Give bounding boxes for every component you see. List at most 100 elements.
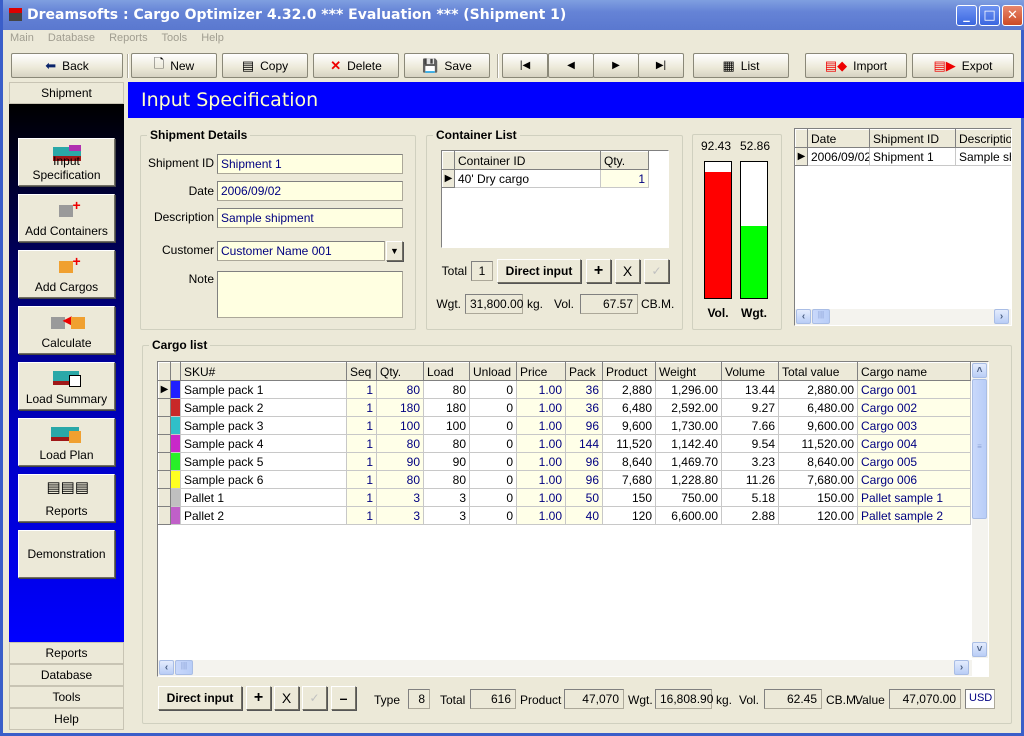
menu-database[interactable]: Database [48, 32, 95, 44]
pack-cell[interactable]: 50 [565, 488, 603, 507]
cargo-row[interactable]: Sample pack 6 1 80 80 0 1.00 96 7,680 1,228.80 11… [158, 470, 971, 489]
unload-cell[interactable]: 0 [469, 470, 517, 489]
pack-cell[interactable]: 96 [565, 416, 603, 435]
sidebar-load-plan-button[interactable]: Load Plan [18, 418, 115, 466]
qty-cell[interactable]: 3 [376, 506, 424, 525]
back-button[interactable]: ⬅ Back [11, 53, 123, 78]
qty-cell[interactable]: 180 [376, 398, 424, 417]
sidebar-tab-tools[interactable]: Tools [9, 686, 124, 708]
product-cell[interactable]: 120 [602, 506, 656, 525]
row-selector[interactable] [158, 434, 171, 453]
product-cell[interactable]: 9,600 [602, 416, 656, 435]
seq-cell[interactable]: 1 [346, 506, 377, 525]
load-cell[interactable]: 90 [423, 452, 470, 471]
qty-cell[interactable]: 80 [376, 470, 424, 489]
container-id-header[interactable]: Container ID [454, 151, 601, 170]
sidebar-add-cargos-button[interactable]: + Add Cargos [18, 250, 115, 298]
cargo-row[interactable]: Pallet 1 1 3 3 0 1.00 50 150 750.00 5.18 150.00 Pal… [158, 488, 971, 507]
scroll-right-icon[interactable]: › [994, 309, 1009, 324]
unload-cell[interactable]: 0 [469, 488, 517, 507]
price-cell[interactable]: 1.00 [516, 488, 566, 507]
volume-cell[interactable]: 9.27 [721, 398, 779, 417]
close-button[interactable]: ✕ [1002, 5, 1023, 26]
total-value-cell[interactable]: 8,640.00 [778, 452, 858, 471]
load-header[interactable]: Load [423, 362, 470, 381]
price-cell[interactable]: 1.00 [516, 434, 566, 453]
cargo-color-swatch[interactable] [170, 434, 181, 453]
qty-cell[interactable]: 80 [376, 434, 424, 453]
load-cell[interactable]: 80 [423, 434, 470, 453]
shipment-date-header[interactable]: Date [807, 129, 870, 148]
list-button[interactable]: ▦ List [693, 53, 789, 78]
cargo-add-button[interactable]: + [246, 686, 271, 710]
pack-cell[interactable]: 40 [565, 506, 603, 525]
menu-help[interactable]: Help [201, 32, 224, 44]
qty-cell[interactable]: 80 [376, 380, 424, 399]
cargo-name-header[interactable]: Cargo name [857, 362, 971, 381]
load-cell[interactable]: 80 [423, 380, 470, 399]
scroll-up-icon[interactable]: ˄ [972, 363, 987, 378]
container-add-button[interactable]: + [586, 259, 611, 283]
total-value-cell[interactable]: 2,880.00 [778, 380, 858, 399]
seq-cell[interactable]: 1 [346, 470, 377, 489]
weight-header[interactable]: Weight [655, 362, 722, 381]
product-cell[interactable]: 150 [602, 488, 656, 507]
cargo-confirm-button[interactable]: ✓ [302, 686, 327, 710]
unload-cell[interactable]: 0 [469, 452, 517, 471]
price-cell[interactable]: 1.00 [516, 398, 566, 417]
total-value-cell[interactable]: 11,520.00 [778, 434, 858, 453]
qty-cell[interactable]: 3 [376, 488, 424, 507]
unload-cell[interactable]: 0 [469, 380, 517, 399]
cargo-color-swatch[interactable] [170, 398, 181, 417]
product-cell[interactable]: 2,880 [602, 380, 656, 399]
customer-dropdown-button[interactable]: ▼ [386, 241, 403, 261]
description-input[interactable]: Sample shipment [217, 208, 403, 228]
sidebar-load-summary-button[interactable]: Load Summary [18, 362, 115, 410]
weight-cell[interactable]: 2,592.00 [655, 398, 722, 417]
import-button[interactable]: ▤◆ Import [805, 53, 907, 78]
scroll-left-icon[interactable]: ‹ [159, 660, 174, 675]
cargo-name-cell[interactable]: Cargo 003 [857, 416, 971, 435]
export-button[interactable]: ▤▶ Expot [912, 53, 1014, 78]
container-remove-button[interactable]: X [615, 259, 640, 283]
cargo-color-swatch[interactable] [170, 506, 181, 525]
volume-cell[interactable]: 7.66 [721, 416, 779, 435]
menu-tools[interactable]: Tools [161, 32, 187, 44]
weight-cell[interactable]: 1,296.00 [655, 380, 722, 399]
product-cell[interactable]: 11,520 [602, 434, 656, 453]
first-record-button[interactable]: |◀ [502, 53, 548, 78]
note-textarea[interactable] [217, 271, 403, 318]
sku-cell[interactable]: Pallet 1 [180, 488, 347, 507]
sku-cell[interactable]: Sample pack 4 [180, 434, 347, 453]
cargo-row[interactable]: Pallet 2 1 3 3 0 1.00 40 120 6,600.00 2.88 120.00 P… [158, 506, 971, 525]
shipment-grid-hscrollbar[interactable]: ‹ ||| › [795, 309, 1011, 325]
cargo-color-swatch[interactable] [170, 452, 181, 471]
cargo-row[interactable]: Sample pack 5 1 90 90 0 1.00 96 8,640 1,469.70 3.… [158, 452, 971, 471]
container-qty-header[interactable]: Qty. [600, 151, 649, 170]
scroll-left-icon[interactable]: ‹ [796, 309, 811, 324]
volume-cell[interactable]: 3.23 [721, 452, 779, 471]
pack-cell[interactable]: 96 [565, 452, 603, 471]
qty-cell[interactable]: 100 [376, 416, 424, 435]
weight-cell[interactable]: 1,228.80 [655, 470, 722, 489]
sidebar-tab-shipment[interactable]: Shipment [9, 82, 124, 104]
cargo-name-cell[interactable]: Cargo 006 [857, 470, 971, 489]
previous-record-button[interactable]: ◀ [548, 53, 594, 78]
weight-cell[interactable]: 1,469.70 [655, 452, 722, 471]
shipment-description-header[interactable]: Description [955, 129, 1011, 148]
scroll-down-icon[interactable]: ˅ [972, 642, 987, 657]
sidebar-reports-button[interactable]: ▤▤▤ Reports [18, 474, 115, 522]
cargo-name-cell[interactable]: Cargo 005 [857, 452, 971, 471]
seq-cell[interactable]: 1 [346, 380, 377, 399]
maximize-button[interactable]: □ [979, 5, 1000, 26]
cargo-grid-hscrollbar[interactable]: ‹ ||| › [158, 660, 972, 676]
price-cell[interactable]: 1.00 [516, 452, 566, 471]
weight-cell[interactable]: 750.00 [655, 488, 722, 507]
shipment-row[interactable]: ▶ 2006/09/02 Shipment 1 Sample ship [795, 147, 1011, 166]
unload-header[interactable]: Unload [469, 362, 517, 381]
row-selector[interactable] [158, 506, 171, 525]
shipment-date-cell[interactable]: 2006/09/02 [807, 147, 870, 166]
container-row[interactable]: ▶ 40' Dry cargo 1 [442, 169, 649, 188]
row-selector[interactable] [158, 398, 171, 417]
pack-cell[interactable]: 36 [565, 398, 603, 417]
